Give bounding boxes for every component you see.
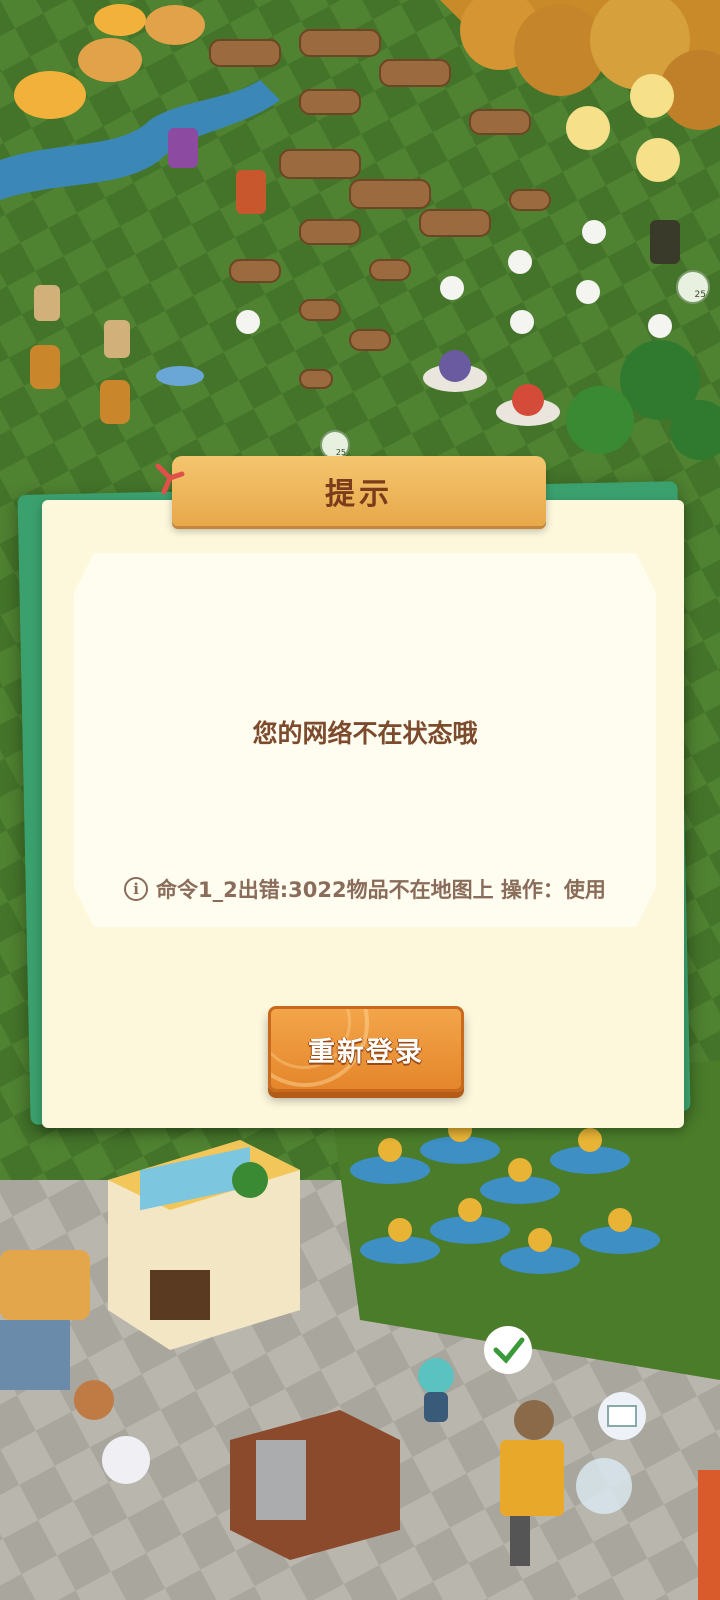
mail-bubble-icon <box>598 1392 646 1440</box>
error-detail: i 命令1_2出错:3022物品不在地图上 操作：使用 <box>74 874 656 904</box>
error-text: 命令1_2出错:3022物品不在地图上 操作：使用 <box>156 878 606 902</box>
shop-building <box>108 1140 300 1350</box>
ribbon-icon <box>155 463 185 495</box>
dialog-message: 您的网络不在状态哦 <box>252 719 478 748</box>
check-bubble-icon <box>484 1326 532 1374</box>
dialog-title-tab: 提示 <box>172 456 546 526</box>
dialog-title: 提示 <box>325 477 393 512</box>
game-screen: 25 25 提示 您的网络不在状态哦 i 命令1_2出错:3022物品不在地图上… <box>0 0 720 1600</box>
hud-badge-1: 25 <box>676 270 710 304</box>
info-circle-icon: i <box>124 877 149 901</box>
relogin-button-label: 重新登录 <box>308 1036 424 1068</box>
hud-badge-count: 25 <box>694 290 706 300</box>
relogin-button[interactable]: 重新登录 <box>268 1006 464 1092</box>
